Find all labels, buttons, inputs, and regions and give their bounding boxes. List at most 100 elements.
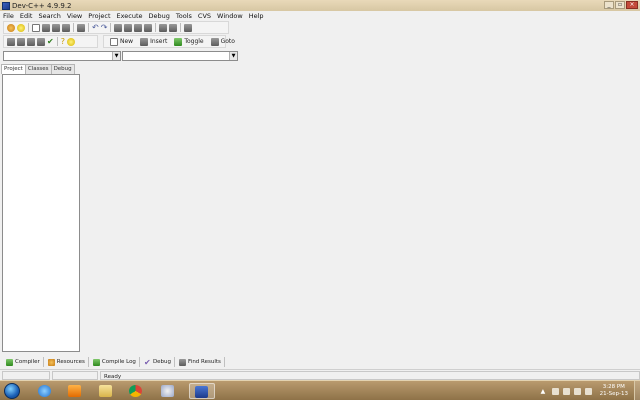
windows-taskbar: ▲ 3:28 PM 21-Sep-13 [0, 380, 640, 400]
tab-compiler-label: Compiler [15, 359, 40, 365]
find-icon[interactable] [114, 23, 123, 32]
action-center-flag-icon[interactable] [551, 387, 559, 395]
taskbar-paint-button[interactable] [157, 383, 179, 399]
toggle-label: Toggle [184, 38, 204, 45]
separator [56, 37, 58, 46]
show-desktop-button[interactable] [634, 381, 640, 400]
folder-icon [99, 385, 112, 397]
open-file-icon[interactable] [42, 23, 50, 32]
taskbar-ie-button[interactable] [34, 383, 56, 399]
chevron-down-icon[interactable]: ▼ [229, 52, 237, 60]
devcpp-window: Dev-C++ 4.9.9.2 _ ▫ × File Edit Search V… [0, 0, 640, 380]
chevron-down-icon[interactable]: ▼ [112, 52, 120, 60]
tab-debug-output[interactable]: ✔ Debug [140, 357, 176, 367]
member-combo[interactable]: ▼ [122, 51, 238, 61]
help-icon[interactable]: ? [61, 37, 65, 46]
separator [73, 23, 74, 32]
undo-icon[interactable]: ↶ [92, 23, 99, 32]
toggle-button[interactable]: Toggle [170, 37, 206, 46]
check-syntax-icon[interactable]: ✔ [47, 37, 54, 46]
new-file-icon[interactable] [32, 23, 40, 32]
goto-line-icon[interactable] [144, 23, 153, 32]
separator [180, 23, 182, 32]
compile-run-icon[interactable] [27, 37, 35, 46]
find-next-icon[interactable] [134, 23, 143, 32]
goto-icon [210, 37, 219, 46]
devcpp-icon [195, 386, 208, 398]
about-icon[interactable] [66, 37, 75, 46]
window-title: Dev-C++ 4.9.9.2 [12, 1, 72, 10]
system-tray: ▲ 3:28 PM 21-Sep-13 [539, 381, 640, 400]
compile-icon[interactable] [7, 37, 15, 46]
run-icon[interactable] [17, 37, 25, 46]
menu-execute[interactable]: Execute [114, 11, 146, 21]
tab-classes[interactable]: Classes [24, 64, 52, 74]
project-tree-panel[interactable] [2, 74, 80, 352]
minimize-button[interactable]: _ [604, 1, 614, 9]
print-icon[interactable] [184, 23, 193, 32]
menu-window[interactable]: Window [214, 11, 246, 21]
menu-edit[interactable]: Edit [17, 11, 36, 21]
start-button[interactable] [4, 383, 20, 399]
power-icon[interactable] [562, 387, 570, 395]
menu-view[interactable]: View [64, 11, 85, 21]
clock-time: 3:28 PM [602, 384, 625, 390]
compile-toolbar: ✔ ? [3, 35, 98, 48]
taskbar-chrome-button[interactable] [125, 383, 147, 399]
class-combo[interactable]: ▼ [3, 51, 121, 61]
save-all-icon[interactable] [62, 23, 70, 32]
title-bar[interactable]: Dev-C++ 4.9.9.2 _ ▫ × [0, 0, 640, 11]
goto-button[interactable]: Goto [207, 37, 238, 46]
menu-debug[interactable]: Debug [146, 11, 173, 21]
menu-tools[interactable]: Tools [173, 11, 195, 21]
tab-debug-label: Debug [152, 359, 172, 365]
clock[interactable]: 3:28 PM 21-Sep-13 [600, 384, 628, 398]
bookmark-toolbar: New Insert Toggle Goto [103, 35, 235, 48]
redo-icon[interactable]: ↷ [101, 23, 108, 32]
find-results-icon [179, 358, 187, 366]
taskbar-media-button[interactable] [64, 383, 86, 399]
new-icon [110, 37, 118, 46]
tab-compiler[interactable]: Compiler [2, 357, 44, 367]
replace-icon[interactable] [124, 23, 133, 32]
project-icon[interactable] [7, 23, 15, 32]
class-browser-icon[interactable] [17, 23, 25, 32]
taskbar-explorer-button[interactable] [95, 383, 117, 399]
taskbar-devcpp-button[interactable] [189, 383, 215, 399]
close-button[interactable]: × [626, 1, 638, 9]
network-icon[interactable] [573, 387, 581, 395]
menu-file[interactable]: File [0, 11, 17, 21]
menu-search[interactable]: Search [35, 11, 63, 21]
tab-find-results[interactable]: Find Results [175, 357, 225, 367]
tab-compile-log[interactable]: Compile Log [89, 357, 140, 367]
save-icon[interactable] [52, 23, 60, 32]
compiler-icon [6, 358, 13, 366]
insert-icon [140, 37, 149, 46]
clock-date: 21-Sep-13 [599, 391, 628, 397]
status-position [2, 370, 50, 380]
volume-icon[interactable] [584, 387, 592, 395]
menu-cvs[interactable]: CVS [195, 11, 214, 21]
toggle-bookmark-icon [174, 37, 183, 46]
new-button[interactable]: New [106, 37, 136, 46]
unindent-icon[interactable] [169, 23, 178, 32]
new-label: New [120, 38, 134, 45]
tab-resources[interactable]: Resources [44, 357, 89, 367]
media-player-icon [68, 385, 81, 397]
tab-project[interactable]: Project [1, 64, 26, 74]
tab-debug[interactable]: Debug [50, 64, 75, 74]
show-hidden-icon[interactable]: ▲ [541, 388, 548, 395]
close-file-icon[interactable] [77, 23, 85, 32]
compile-log-icon [92, 358, 100, 366]
menu-help[interactable]: Help [246, 11, 267, 21]
insert-button[interactable]: Insert [136, 37, 170, 46]
tab-resources-label: Resources [56, 359, 85, 365]
insert-label: Insert [150, 38, 168, 45]
menu-project[interactable]: Project [85, 11, 113, 21]
editor-area[interactable] [82, 64, 640, 356]
rebuild-icon[interactable] [37, 37, 45, 46]
indent-icon[interactable] [159, 23, 168, 32]
tab-find-results-label: Find Results [188, 359, 221, 365]
maximize-button[interactable]: ▫ [615, 1, 625, 9]
debug-check-icon: ✔ [143, 357, 151, 367]
